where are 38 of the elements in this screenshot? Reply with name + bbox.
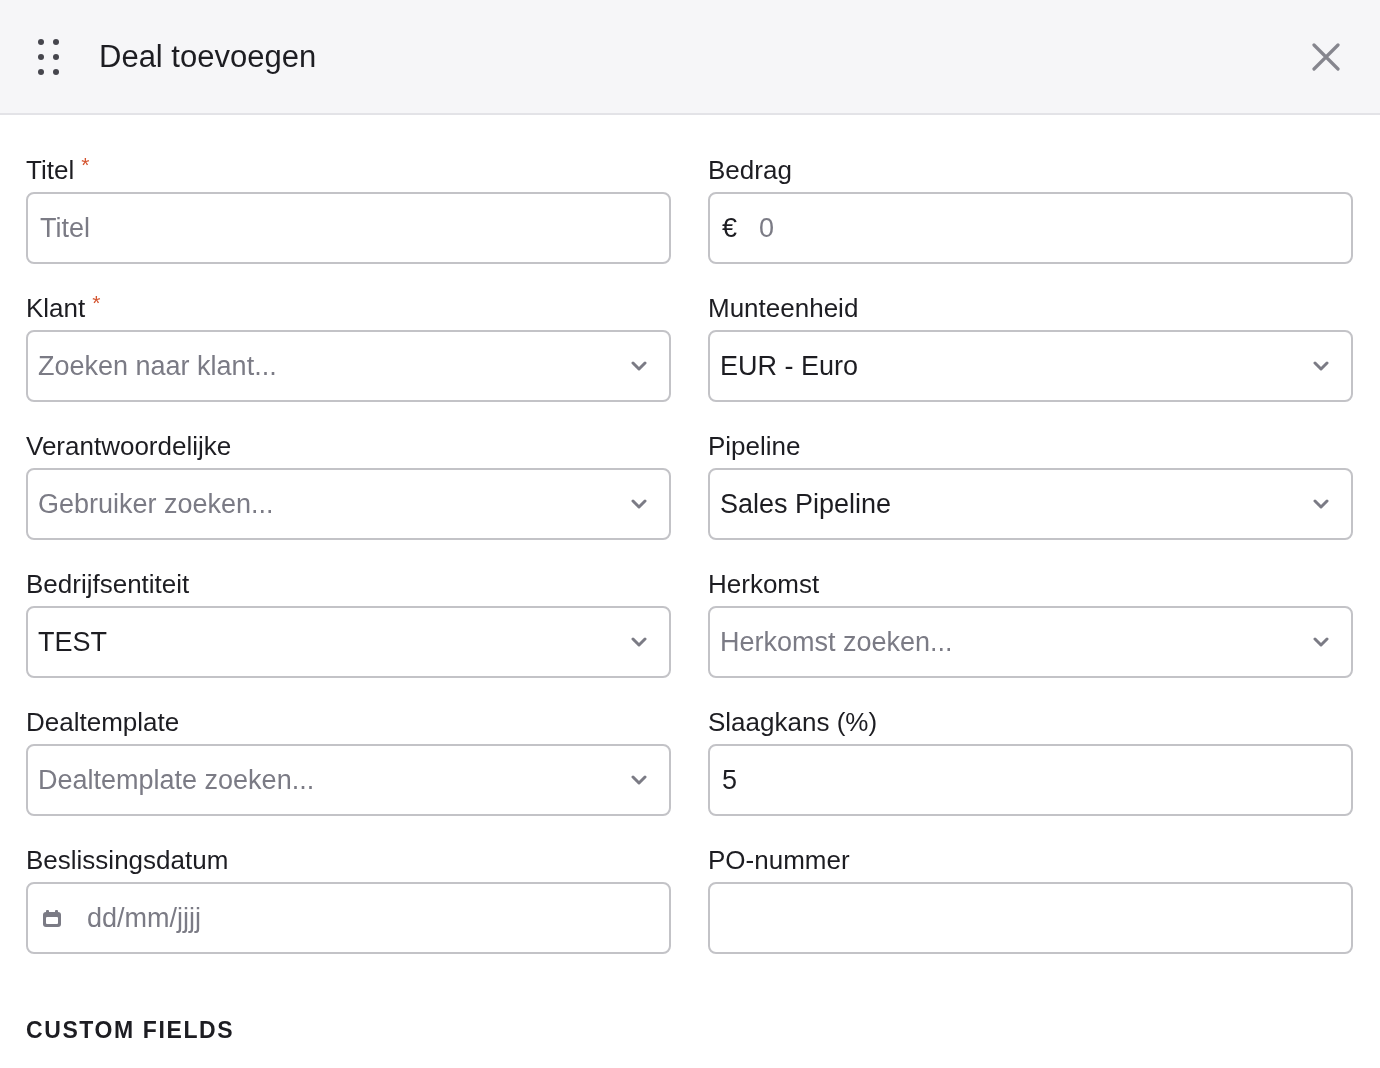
chevron-down-icon [1313, 637, 1329, 647]
field-label: Titel [26, 154, 75, 186]
chevron-down-icon [631, 775, 647, 785]
field-label: Pipeline [708, 430, 801, 462]
required-mark: * [81, 154, 90, 176]
chevron-down-icon [1313, 499, 1329, 509]
field-label: Beslissingsdatum [26, 844, 229, 876]
text-field[interactable]: 5 [708, 744, 1353, 816]
chevron-down-icon [631, 499, 647, 509]
field-label: Munteenheid [708, 292, 859, 324]
select-field[interactable]: TEST [26, 606, 671, 678]
select-field[interactable]: Herkomst zoeken... [708, 606, 1353, 678]
field-label: PO-nummer [708, 844, 850, 876]
calendar-icon [43, 909, 61, 927]
date-field[interactable]: dd/mm/jjjj [26, 882, 671, 954]
select-field[interactable]: Sales Pipeline [708, 468, 1353, 540]
chevron-down-icon [1313, 361, 1329, 371]
select-field[interactable]: EUR - Euro [708, 330, 1353, 402]
dialog-title: Deal toevoegen [99, 37, 318, 76]
text-field[interactable] [708, 882, 1353, 954]
chevron-down-icon [631, 637, 647, 647]
field-label: Bedrijfsentiteit [26, 568, 190, 600]
section-heading: CUSTOM FIELDS [26, 1016, 235, 1045]
field-label: Verantwoordelijke [26, 430, 232, 462]
amount-field[interactable]: € 0 [708, 192, 1353, 264]
text-field[interactable]: Titel [26, 192, 671, 264]
field-label: Bedrag [708, 154, 792, 186]
select-field[interactable]: Zoeken naar klant... [26, 330, 671, 402]
chevron-down-icon [631, 361, 647, 371]
field-label: Herkomst [708, 568, 820, 600]
field-label: Dealtemplate [26, 706, 180, 738]
required-mark: * [92, 292, 101, 314]
select-field[interactable]: Gebruiker zoeken... [26, 468, 671, 540]
close-icon[interactable] [1312, 42, 1340, 71]
drag-handle-icon[interactable] [38, 38, 59, 75]
select-field[interactable]: Dealtemplate zoeken... [26, 744, 671, 816]
field-label: Klant [26, 292, 86, 324]
field-label: Slaagkans (%) [708, 706, 878, 738]
